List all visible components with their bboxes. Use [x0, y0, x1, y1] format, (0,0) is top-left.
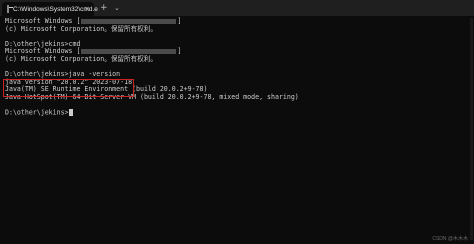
redacted-version	[81, 18, 177, 24]
console-line: (c) Microsoft Corporation。保留所有权利。	[5, 24, 157, 33]
title-bar: C:\Windows\System32\cmd.e × + ⌄	[0, 0, 474, 16]
terminal-icon	[7, 5, 13, 13]
close-icon[interactable]: ×	[84, 4, 90, 14]
scrollbar[interactable]	[470, 18, 473, 240]
chevron-down-icon[interactable]: ⌄	[114, 3, 120, 13]
tab-cmd[interactable]: C:\Windows\System32\cmd.e ×	[2, 2, 98, 16]
text-cursor	[68, 109, 73, 117]
terminal-window: C:\Windows\System32\cmd.e × + ⌄ Microsof…	[0, 0, 474, 244]
console-output[interactable]: Microsoft Windows [] (c) Microsoft Corpo…	[0, 16, 474, 244]
new-tab-icon[interactable]: +	[100, 2, 108, 14]
console-line: (c) Microsoft Corporation。保留所有权利。	[5, 54, 157, 63]
redacted-version	[81, 48, 177, 54]
console-line: Java HotSpot(TM) 64-Bit Server VM (build…	[5, 92, 299, 101]
console-prompt: D:\other\jekins>	[5, 109, 469, 117]
watermark: CSDN @木木木	[432, 236, 468, 242]
